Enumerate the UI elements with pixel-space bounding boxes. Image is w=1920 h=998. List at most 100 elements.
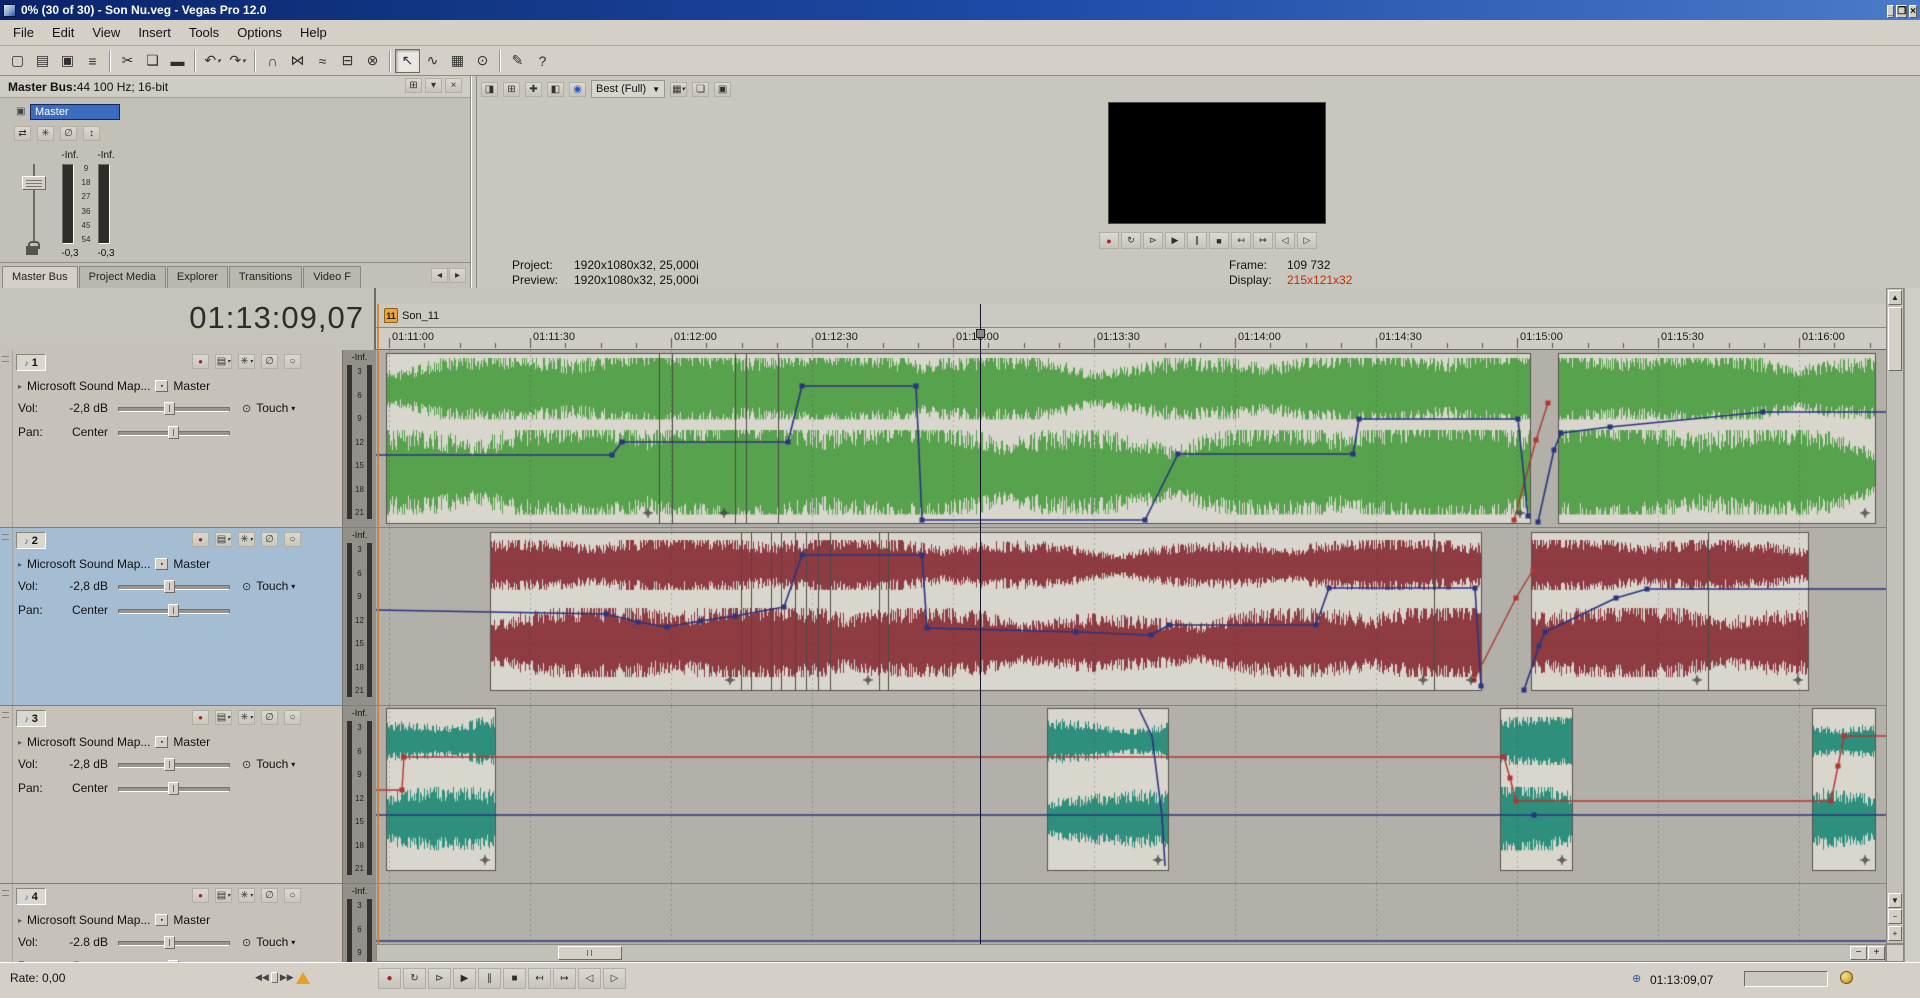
- restore-button[interactable]: ❐: [1896, 5, 1907, 18]
- tab-scroll-left-button[interactable]: ◂: [431, 268, 448, 283]
- lock-envelopes-button[interactable]: ⊟: [335, 49, 360, 73]
- pan-value[interactable]: Center: [50, 603, 108, 617]
- video-output-fx-button[interactable]: ✚: [525, 82, 542, 97]
- normal-edit-tool-button[interactable]: ↖: [395, 49, 420, 73]
- volume-slider-thumb[interactable]: [164, 936, 175, 949]
- master-fader-thumb[interactable]: [22, 176, 46, 190]
- preview-quality-dropdown[interactable]: Best (Full)▼: [591, 80, 665, 98]
- play-from-start-button[interactable]: ⊳: [428, 968, 451, 989]
- record-button[interactable]: ●: [378, 968, 401, 989]
- track-drag-handle[interactable]: [0, 884, 13, 962]
- vertical-zoom-in-button[interactable]: +: [1888, 926, 1902, 941]
- automation-gear-icon[interactable]: ⊙: [242, 580, 251, 593]
- automation-settings-button[interactable]: ▤▾: [215, 888, 232, 903]
- lock-icon[interactable]: [26, 246, 38, 255]
- vertical-scrollbar-thumb[interactable]: [1888, 307, 1902, 371]
- pause-button[interactable]: ∥: [478, 968, 501, 989]
- track-device-name[interactable]: Microsoft Sound Map...: [27, 913, 150, 927]
- menu-edit[interactable]: Edit: [43, 21, 83, 44]
- track-device-name[interactable]: Microsoft Sound Map...: [27, 379, 150, 393]
- paste-button[interactable]: ▬: [165, 49, 190, 73]
- solo-button[interactable]: ○: [284, 710, 301, 725]
- panel-menu-button[interactable]: ▾: [425, 78, 442, 93]
- tab-project-media[interactable]: Project Media: [79, 266, 166, 288]
- open-button[interactable]: ▤: [30, 49, 55, 73]
- cursor-time-display[interactable]: 01:13:09,07: [0, 300, 364, 336]
- stop-button[interactable]: ■: [503, 968, 526, 989]
- pan-slider[interactable]: [118, 426, 230, 439]
- volume-slider-thumb[interactable]: [164, 758, 175, 771]
- preview-go-to-start-button[interactable]: ↤: [1231, 232, 1251, 249]
- pan-slider-thumb[interactable]: [168, 426, 179, 439]
- menu-help[interactable]: Help: [291, 21, 336, 44]
- automation-mode[interactable]: Touch: [256, 935, 288, 949]
- next-frame-button[interactable]: ▷: [603, 968, 626, 989]
- solo-button[interactable]: ○: [284, 354, 301, 369]
- horizontal-scrollbar-thumb[interactable]: [558, 946, 622, 960]
- tab-transitions[interactable]: Transitions: [229, 266, 302, 288]
- marker-bar[interactable]: 11 Son_11: [376, 304, 1886, 328]
- new-project-button[interactable]: ▢: [5, 49, 30, 73]
- zoom-in-button[interactable]: +: [1868, 946, 1885, 960]
- preview-play-button[interactable]: ▶: [1165, 232, 1185, 249]
- tab-master-bus[interactable]: Master Bus: [2, 266, 78, 288]
- rate-scrub-control[interactable]: ◀◀▶▶: [255, 972, 294, 983]
- split-screen-view-button[interactable]: ◧: [547, 82, 564, 97]
- marker-flag[interactable]: 11: [384, 308, 398, 323]
- menu-insert[interactable]: Insert: [129, 21, 180, 44]
- track-fx-button[interactable]: ✳▾: [238, 888, 255, 903]
- cut-button[interactable]: ✂: [115, 49, 140, 73]
- automation-settings-button[interactable]: ▤▾: [215, 532, 232, 547]
- pencil-tool-button[interactable]: ✎: [505, 49, 530, 73]
- volume-slider-thumb[interactable]: [164, 580, 175, 593]
- warning-icon[interactable]: [296, 972, 310, 984]
- preview-go-to-end-button[interactable]: ↦: [1253, 232, 1273, 249]
- zoom-edit-tool-button[interactable]: ⊙: [470, 49, 495, 73]
- solo-button[interactable]: ○: [284, 888, 301, 903]
- preview-loop-button[interactable]: ↻: [1121, 232, 1141, 249]
- automation-caret-icon[interactable]: ▾: [291, 582, 295, 591]
- track-lane-3[interactable]: [376, 706, 1886, 884]
- solo-button[interactable]: ○: [284, 532, 301, 547]
- bus-mute-button[interactable]: ∅: [60, 126, 77, 141]
- mute-button[interactable]: ∅: [261, 888, 278, 903]
- preview-play-from-start-button[interactable]: ⊳: [1143, 232, 1163, 249]
- prev-frame-button[interactable]: ◁: [578, 968, 601, 989]
- record-arm-button[interactable]: ●: [192, 710, 209, 725]
- track-fx-button[interactable]: ✳▾: [238, 710, 255, 725]
- tab-video-f[interactable]: Video F: [303, 266, 361, 288]
- track-device-name[interactable]: Microsoft Sound Map...: [27, 557, 150, 571]
- preview-next-frame-button[interactable]: ▷: [1297, 232, 1317, 249]
- automation-mode[interactable]: Touch: [256, 757, 288, 771]
- pan-value[interactable]: Center: [50, 425, 108, 439]
- scroll-down-button[interactable]: ▼: [1888, 893, 1902, 908]
- play-button[interactable]: ▶: [453, 968, 476, 989]
- automation-caret-icon[interactable]: ▾: [291, 760, 295, 769]
- bus-fx-button[interactable]: ✳: [37, 126, 54, 141]
- automation-gear-icon[interactable]: ⊙: [242, 402, 251, 415]
- volume-value[interactable]: -2,8 dB: [50, 757, 108, 771]
- automation-gear-icon[interactable]: ⊙: [242, 758, 251, 771]
- preview-prev-frame-button[interactable]: ◁: [1275, 232, 1295, 249]
- go-to-start-button[interactable]: ↤: [528, 968, 551, 989]
- track-header-2[interactable]: ♪2●▤▾✳▾∅○-Inf.36912151821▸Microsoft Soun…: [0, 528, 376, 706]
- bus-io-button[interactable]: ⇄: [14, 126, 31, 141]
- project-properties-button[interactable]: ≡: [80, 49, 105, 73]
- volume-value[interactable]: -2.8 dB: [50, 935, 108, 949]
- save-button[interactable]: ▣: [55, 49, 80, 73]
- close-panel-button[interactable]: ×: [445, 78, 462, 93]
- auto-ripple-button[interactable]: ≈: [310, 49, 335, 73]
- automation-settings-button[interactable]: ▤▾: [215, 354, 232, 369]
- volume-slider[interactable]: [118, 758, 230, 771]
- title-bar[interactable]: 0% (30 of 30) - Son Nu.veg - Vegas Pro 1…: [0, 0, 1920, 20]
- bus-assignment-button[interactable]: ▪: [155, 380, 168, 392]
- automation-mode[interactable]: Touch: [256, 401, 288, 415]
- track-header-3[interactable]: ♪3●▤▾✳▾∅○-Inf.36912151821▸Microsoft Soun…: [0, 706, 376, 884]
- volume-value[interactable]: -2,8 dB: [50, 579, 108, 593]
- tab-scroll-right-button[interactable]: ▸: [449, 268, 466, 283]
- ignore-event-grouping-button[interactable]: ⊗: [360, 49, 385, 73]
- playhead[interactable]: [980, 304, 981, 944]
- track-device-name[interactable]: Microsoft Sound Map...: [27, 735, 150, 749]
- pan-value[interactable]: Center: [50, 781, 108, 795]
- mute-button[interactable]: ∅: [261, 354, 278, 369]
